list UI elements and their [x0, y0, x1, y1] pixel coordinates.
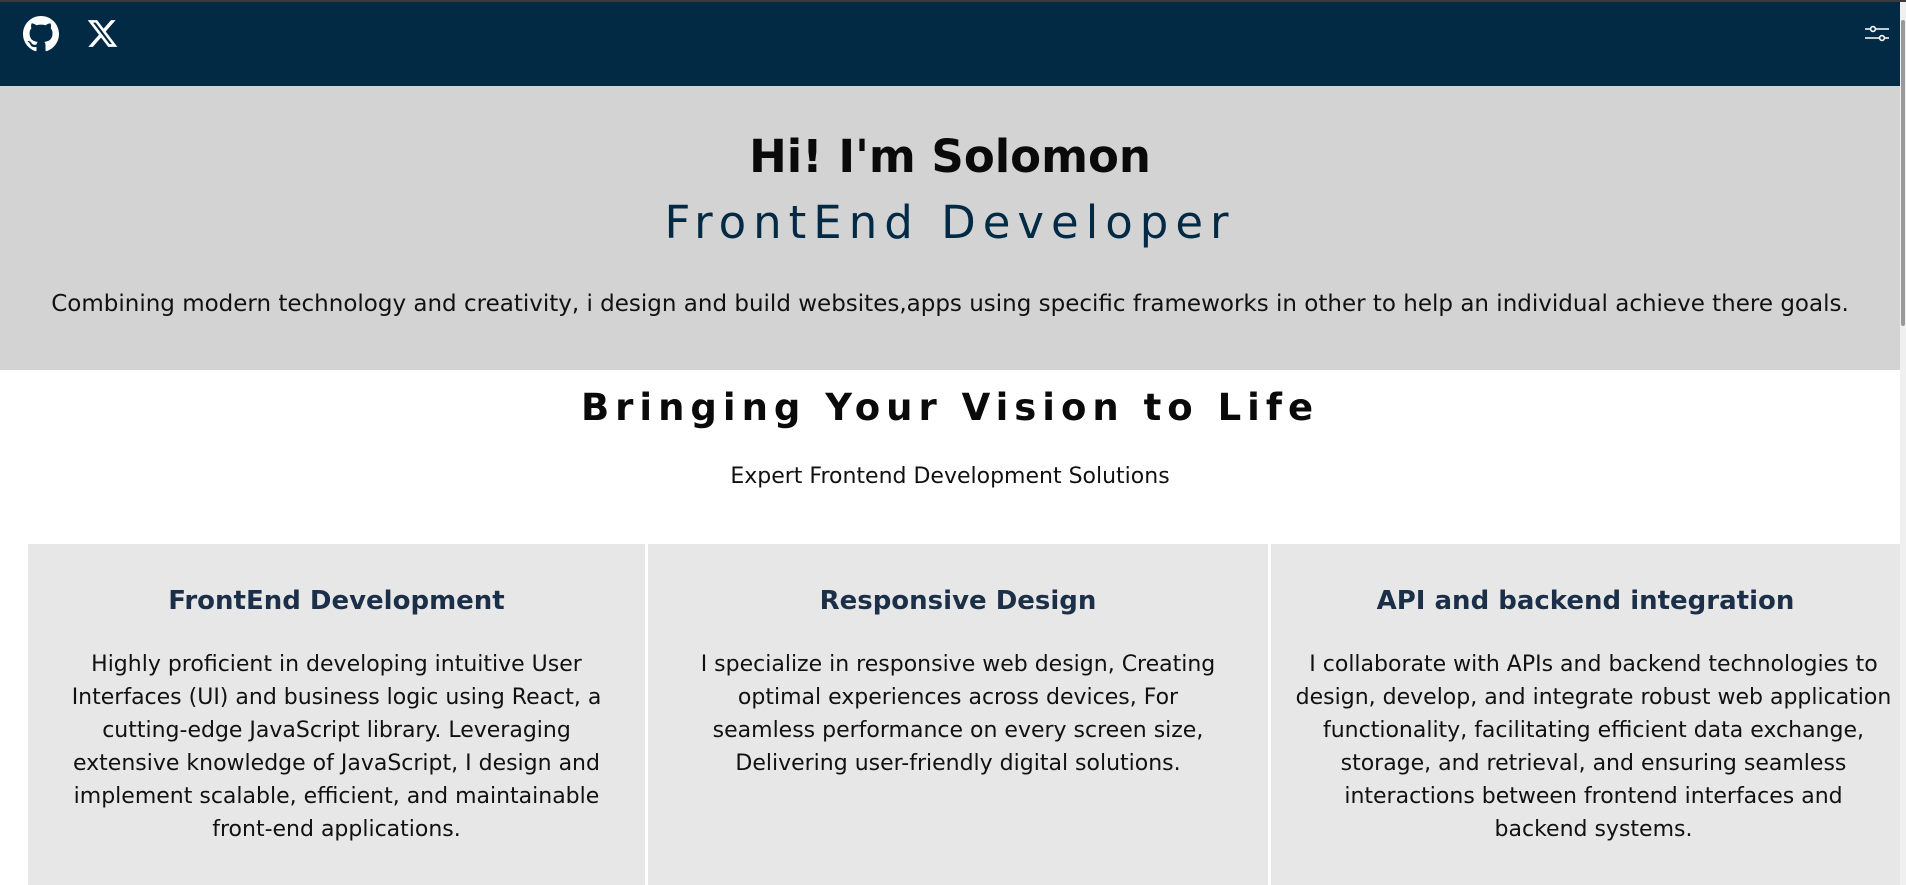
card-title: FrontEnd Development [168, 586, 505, 616]
service-card-api: API and backend integration I collaborat… [1271, 544, 1900, 885]
card-text: Highly proficient in developing intuitiv… [71, 652, 602, 842]
scrollbar-thumb[interactable] [1901, 20, 1905, 326]
services-title: Bringing Your Vision to Life [580, 386, 1320, 429]
card-title: Responsive Design [819, 586, 1097, 616]
service-card-frontend: FrontEnd Development Highly proficient i… [28, 544, 645, 885]
hero-description: Combining modern technology and creativi… [51, 291, 1849, 317]
card-title: API and backend integration [1376, 586, 1795, 616]
card-text: I specialize in responsive web design, C… [700, 652, 1216, 776]
hero-role: FrontEnd Developer [664, 196, 1236, 249]
x-twitter-icon[interactable] [86, 17, 119, 50]
services-subtitle: Expert Frontend Development Solutions [730, 464, 1170, 489]
navbar [0, 2, 1900, 86]
service-card-responsive: Responsive Design I specialize in respon… [648, 544, 1268, 885]
hero-section: Hi! I'm Solomon FrontEnd Developer Combi… [0, 86, 1900, 370]
card-text: I collaborate with APIs and backend tech… [1295, 652, 1892, 842]
hero-greeting: Hi! I'm Solomon [749, 130, 1151, 183]
scrollbar[interactable] [1900, 2, 1906, 885]
github-icon[interactable] [23, 16, 59, 52]
sliders-icon[interactable] [1862, 20, 1892, 50]
